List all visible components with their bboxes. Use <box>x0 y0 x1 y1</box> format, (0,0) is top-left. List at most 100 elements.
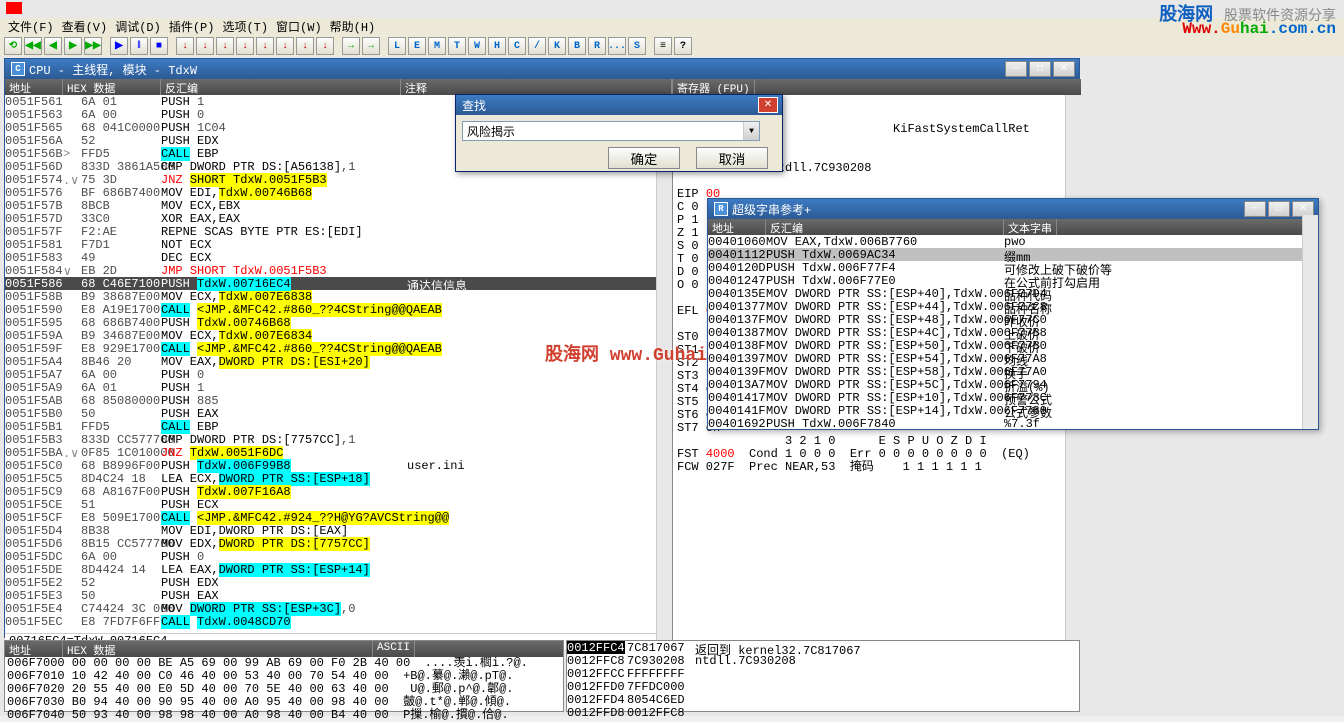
disasm-row[interactable]: 0051F581F7D1NOT ECX <box>5 238 672 251</box>
disasm-row[interactable]: 0051F5D48B38MOV EDI,DWORD PTR DS:[EAX] <box>5 524 672 537</box>
cpu-titlebar[interactable]: C CPU - 主线程, 模块 - TdxW ─ □ ✕ <box>5 59 1079 79</box>
disasm-row[interactable]: 0051F58BB9 38687E00MOV ECX,TdxW.007E6838 <box>5 290 672 303</box>
find-dropdown-icon[interactable]: ▼ <box>743 122 759 140</box>
disasm-row[interactable]: 0051F5CFE8 509E1700CALL <JMP.&MFC42.#924… <box>5 511 672 524</box>
disasm-row[interactable]: 0051F5E252PUSH EDX <box>5 576 672 589</box>
disasm-row[interactable]: 0051F5DE8D4424 14LEA EAX,DWORD PTR SS:[E… <box>5 563 672 576</box>
menu-window[interactable]: 窗口(W) <box>276 18 322 36</box>
toolbar-button-E[interactable]: E <box>408 37 426 55</box>
strref-scrollbar[interactable] <box>1302 215 1318 429</box>
find-close-button[interactable]: ✕ <box>758 97 778 113</box>
toolbar-button[interactable]: ◀ <box>44 37 62 55</box>
toolbar-button[interactable]: → <box>342 37 360 55</box>
close-button[interactable]: ✕ <box>1053 61 1075 77</box>
strref-row[interactable]: 00401247PUSH TdxW.006F77E0在公式前打勾启用 <box>708 274 1318 287</box>
disasm-row[interactable]: 0051F5ECE8 7FD7F6FFCALL TdxW.0048CD70 <box>5 615 672 628</box>
stack-row[interactable]: 0012FFD48054C6ED <box>567 693 1079 706</box>
toolbar-button[interactable]: ◀◀ <box>24 37 42 55</box>
toolbar-button-R[interactable]: R <box>588 37 606 55</box>
strref-maximize-button[interactable]: □ <box>1268 201 1290 217</box>
strref-row[interactable]: 00401387MOV DWORD PTR SS:[ESP+4C],TdxW.0… <box>708 326 1318 339</box>
menu-help[interactable]: 帮助(H) <box>330 18 376 36</box>
find-titlebar[interactable]: 查找 ✕ <box>456 95 782 115</box>
find-input[interactable] <box>462 121 760 141</box>
menu-options[interactable]: 选项(T) <box>222 18 268 36</box>
toolbar-button-C[interactable]: C <box>508 37 526 55</box>
disasm-row[interactable]: 0051F58668 C46E7100PUSH TdxW.00716EC4通达信… <box>5 277 672 290</box>
toolbar-button[interactable]: ▶ <box>110 37 128 55</box>
disasm-row[interactable]: 0051F5C58D4C24 18LEA ECX,DWORD PTR SS:[E… <box>5 472 672 485</box>
toolbar-button[interactable]: ↓ <box>216 37 234 55</box>
toolbar-button-...[interactable]: ... <box>608 37 626 55</box>
strref-titlebar[interactable]: R 超级字串参考+ ─ □ ✕ <box>708 199 1318 219</box>
disasm-row[interactable]: 0051F5AB68 85080000PUSH 885 <box>5 394 672 407</box>
strref-row[interactable]: 00401060MOV EAX,TdxW.006B7760pwo <box>708 235 1318 248</box>
toolbar-button-K[interactable]: K <box>548 37 566 55</box>
strref-row[interactable]: 0040138FMOV DWORD PTR SS:[ESP+50],TdxW.0… <box>708 339 1318 352</box>
toolbar-button[interactable]: ■ <box>150 37 168 55</box>
toolbar-button[interactable]: ↓ <box>256 37 274 55</box>
menu-plugins[interactable]: 插件(P) <box>169 18 215 36</box>
disasm-row[interactable]: 0051F5C968 A8167F00PUSH TdxW.007F16A8 <box>5 485 672 498</box>
toolbar-button[interactable]: ↓ <box>196 37 214 55</box>
toolbar-button[interactable]: ⟲ <box>4 37 22 55</box>
toolbar-button[interactable]: ▶ <box>64 37 82 55</box>
toolbar-button[interactable]: ≡ <box>654 37 672 55</box>
strref-row[interactable]: 00401112PUSH TdxW.0069AC34缀mm <box>708 248 1318 261</box>
stack-row[interactable]: 0012FFC47C817067返回到 kernel32.7C817067 <box>567 641 1079 654</box>
strref-row[interactable]: 00401692PUSH TdxW.006F7840%7.3f <box>708 417 1318 427</box>
toolbar-button-/[interactable]: / <box>528 37 546 55</box>
disasm-row[interactable]: 0051F57B8BCBMOV ECX,EBX <box>5 199 672 212</box>
disasm-row[interactable]: 0051F576BF 686B7400MOV EDI,TdxW.00746B68 <box>5 186 672 199</box>
disasm-row[interactable]: 0051F5BA.∨0F85 1C010000JNZ TdxW.0051F6DC <box>5 446 672 459</box>
strref-row[interactable]: 0040139FMOV DWORD PTR SS:[ESP+58],TdxW.0… <box>708 365 1318 378</box>
disasm-row[interactable]: 0051F5A48B46 20MOV EAX,DWORD PTR DS:[ESI… <box>5 355 672 368</box>
strref-row[interactable]: 00401377MOV DWORD PTR SS:[ESP+44],TdxW.0… <box>708 300 1318 313</box>
menu-debug[interactable]: 调试(D) <box>115 18 161 36</box>
disasm-row[interactable]: 0051F59AB9 34687E00MOV ECX,TdxW.007E6834 <box>5 329 672 342</box>
toolbar-button[interactable]: ↓ <box>176 37 194 55</box>
menu-file[interactable]: 文件(F) <box>8 18 54 36</box>
find-cancel-button[interactable]: 取消 <box>696 147 768 169</box>
toolbar-button[interactable]: ‖ <box>130 37 148 55</box>
maximize-button[interactable]: □ <box>1029 61 1051 77</box>
disasm-row[interactable]: 0051F58349DEC ECX <box>5 251 672 264</box>
strref-row[interactable]: 0040137FMOV DWORD PTR SS:[ESP+48],TdxW.0… <box>708 313 1318 326</box>
menu-view[interactable]: 查看(V) <box>62 18 108 36</box>
find-ok-button[interactable]: 确定 <box>608 147 680 169</box>
toolbar-button-L[interactable]: L <box>388 37 406 55</box>
toolbar-button-M[interactable]: M <box>428 37 446 55</box>
disasm-row[interactable]: 0051F5B050PUSH EAX <box>5 407 672 420</box>
disasm-row[interactable]: 0051F5A96A 01PUSH 1 <box>5 381 672 394</box>
disasm-row[interactable]: 0051F5D68B15 CC577700MOV EDX,DWORD PTR D… <box>5 537 672 550</box>
toolbar-button-S[interactable]: S <box>628 37 646 55</box>
disasm-row[interactable]: 0051F57FF2:AEREPNE SCAS BYTE PTR ES:[EDI… <box>5 225 672 238</box>
disasm-row[interactable]: 0051F57D33C0XOR EAX,EAX <box>5 212 672 225</box>
disasm-row[interactable]: 0051F5E350PUSH EAX <box>5 589 672 602</box>
toolbar-button[interactable]: → <box>362 37 380 55</box>
disasm-row[interactable]: 0051F59FE8 929E1700CALL <JMP.&MFC42.#860… <box>5 342 672 355</box>
toolbar-button[interactable]: ↓ <box>316 37 334 55</box>
toolbar-button[interactable]: ↓ <box>236 37 254 55</box>
disasm-row[interactable]: 0051F584∨EB 2DJMP SHORT TdxW.0051F5B3 <box>5 264 672 277</box>
toolbar-button-B[interactable]: B <box>568 37 586 55</box>
hex-dump-pane[interactable]: 地址 HEX 数据 ASCII 006F7000 00 00 00 00 BE … <box>4 640 564 712</box>
disasm-row[interactable]: 0051F5E4C74424 3C 000MOV DWORD PTR SS:[E… <box>5 602 672 615</box>
strref-row[interactable]: 0040141FMOV DWORD PTR SS:[ESP+14],TdxW.0… <box>708 404 1318 417</box>
toolbar-button-H[interactable]: H <box>488 37 506 55</box>
stack-row[interactable]: 0012FFD80012FFC8 <box>567 706 1079 719</box>
strref-row[interactable]: 004013A7MOV DWORD PTR SS:[ESP+5C],TdxW.0… <box>708 378 1318 391</box>
disasm-scrollbar[interactable] <box>656 95 672 649</box>
minimize-button[interactable]: ─ <box>1005 61 1027 77</box>
disasm-row[interactable]: 0051F5B1FFD5CALL EBP <box>5 420 672 433</box>
disasm-row[interactable]: 0051F5A76A 00PUSH 0 <box>5 368 672 381</box>
toolbar-button[interactable]: ↓ <box>276 37 294 55</box>
toolbar-button[interactable]: ▶▶ <box>84 37 102 55</box>
strref-minimize-button[interactable]: ─ <box>1244 201 1266 217</box>
strref-row[interactable]: 00401397MOV DWORD PTR SS:[ESP+54],TdxW.0… <box>708 352 1318 365</box>
toolbar-button-W[interactable]: W <box>468 37 486 55</box>
disasm-row[interactable]: 0051F5CE51PUSH ECX <box>5 498 672 511</box>
stack-pane[interactable]: 0012FFC47C817067返回到 kernel32.7C817067 001… <box>566 640 1080 712</box>
disasm-row[interactable]: 0051F5B3833D CC577700CMP DWORD PTR DS:[7… <box>5 433 672 446</box>
toolbar-button[interactable]: ↓ <box>296 37 314 55</box>
